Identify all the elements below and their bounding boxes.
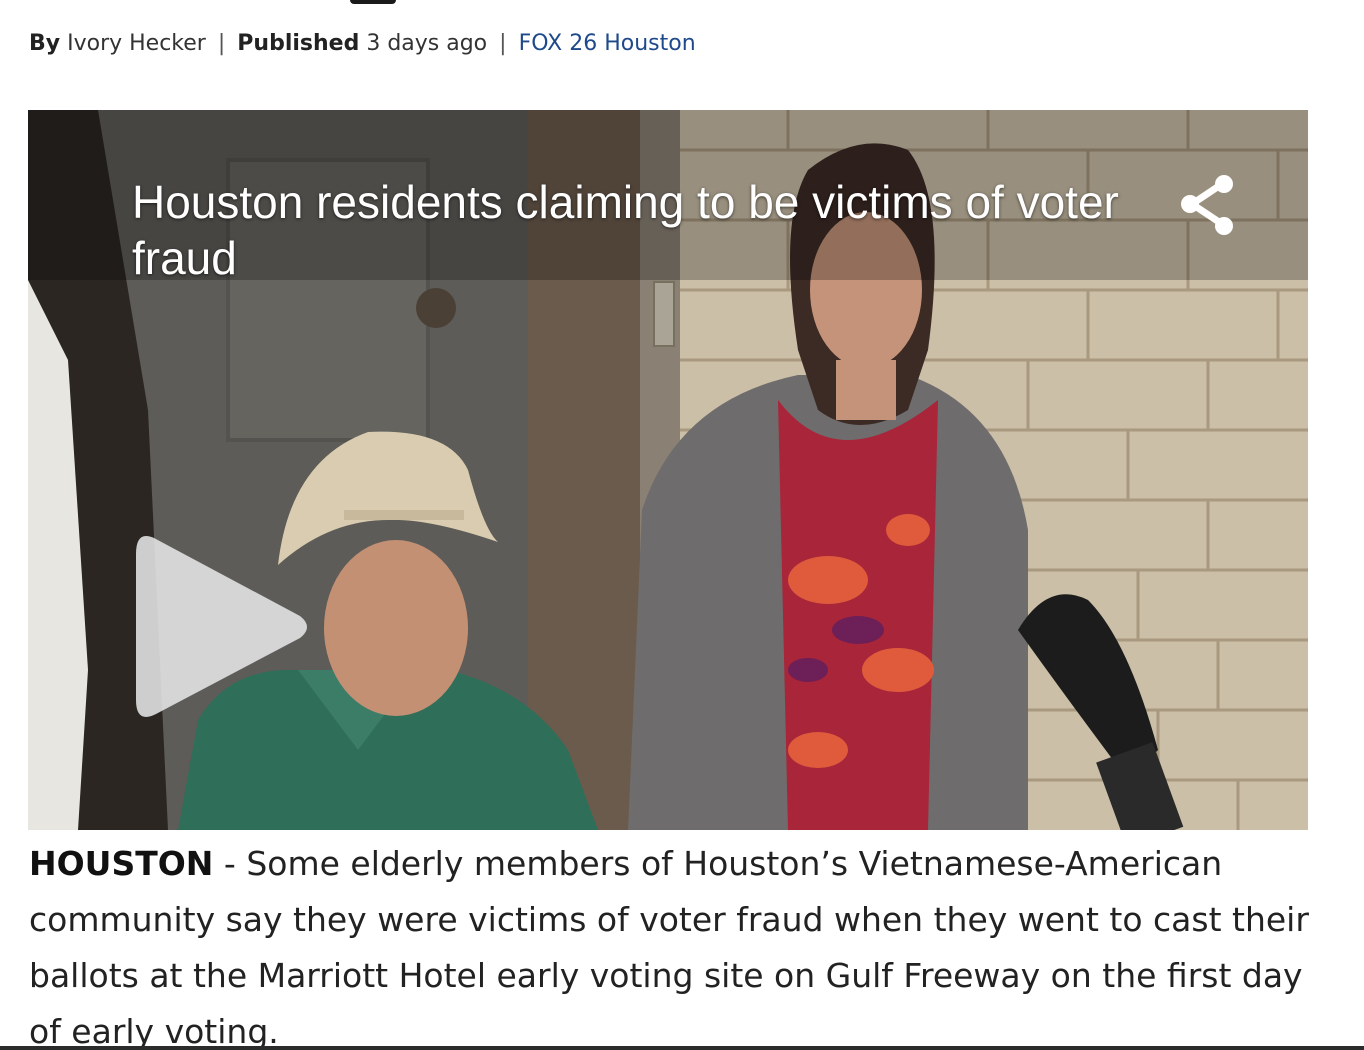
source-link[interactable]: FOX 26 Houston bbox=[519, 31, 696, 56]
published-time: 3 days ago bbox=[366, 31, 488, 56]
headline-fragment bbox=[350, 0, 396, 4]
play-button[interactable] bbox=[132, 534, 312, 720]
share-icon bbox=[1181, 175, 1233, 235]
byline-by-label: By bbox=[29, 31, 61, 56]
author-name[interactable]: Ivory Hecker bbox=[67, 31, 206, 56]
share-button[interactable] bbox=[1178, 172, 1244, 238]
video-player[interactable]: Houston residents claiming to be victims… bbox=[28, 110, 1308, 830]
byline-separator: | bbox=[217, 31, 226, 56]
play-icon bbox=[136, 536, 307, 717]
byline: By Ivory Hecker | Published 3 days ago | FOX… bbox=[29, 28, 696, 60]
article-lede: HOUSTON - Some elderly members of Housto… bbox=[29, 836, 1329, 1050]
article-page: By Ivory Hecker | Published 3 days ago | FOX… bbox=[0, 0, 1364, 1050]
video-title: Houston residents claiming to be victims… bbox=[132, 176, 1119, 284]
dateline-separator: - bbox=[213, 844, 247, 883]
bottom-divider bbox=[0, 1046, 1364, 1050]
dateline: HOUSTON bbox=[29, 844, 214, 883]
byline-separator: | bbox=[499, 31, 507, 56]
published-label: Published bbox=[237, 31, 360, 56]
